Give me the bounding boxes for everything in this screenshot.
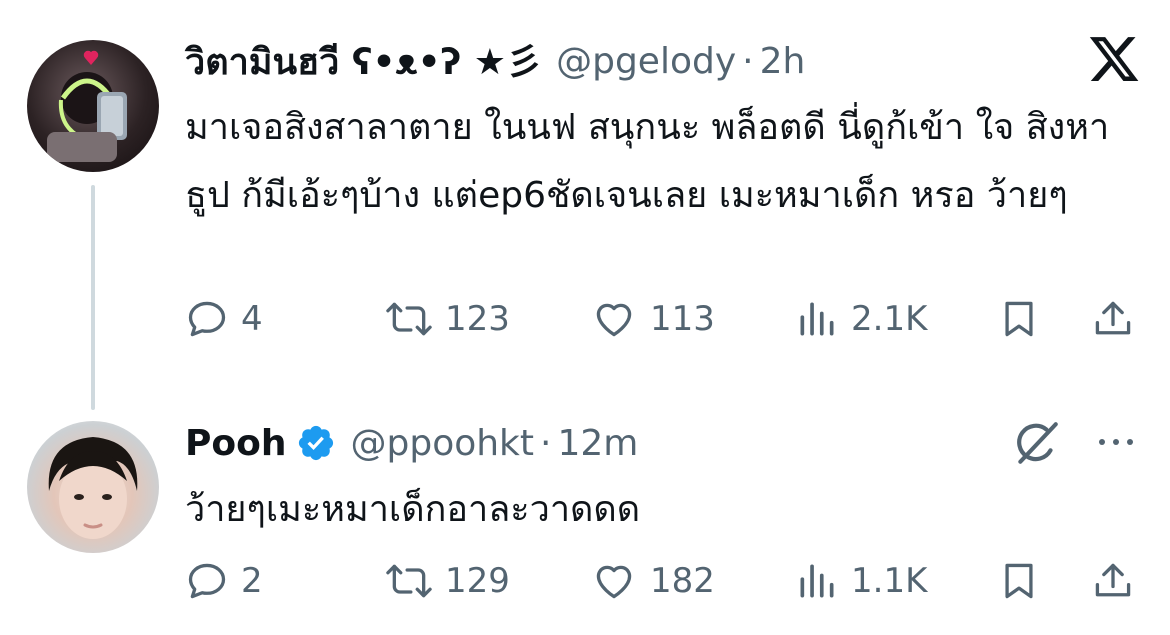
timestamp[interactable]: 12m: [557, 423, 638, 464]
repost-count: 129: [445, 561, 510, 601]
display-name[interactable]: Pooh: [185, 423, 286, 464]
tweet-header: Pooh @ppoohkt · 12m: [185, 418, 638, 468]
more-icon[interactable]: [1094, 430, 1138, 454]
reply-button[interactable]: 4: [185, 294, 263, 344]
tweet-header: วิตามินฮวี ʕ•ᴥ•ʔ ★彡 @pgelody · 2h: [185, 36, 805, 86]
like-button[interactable]: 113: [590, 294, 715, 344]
repost-icon: [386, 564, 432, 598]
repost-count: 123: [445, 299, 510, 339]
bookmark-button[interactable]: [997, 294, 1041, 344]
bookmark-button[interactable]: [997, 556, 1041, 606]
verified-badge-icon: [299, 425, 334, 461]
like-button[interactable]: 182: [590, 556, 715, 606]
avatar-pgelody[interactable]: [27, 40, 159, 172]
bookmark-icon: [1005, 563, 1033, 599]
like-icon: [596, 303, 632, 337]
like-count: 182: [650, 561, 715, 601]
user-handle[interactable]: @pgelody: [556, 41, 736, 82]
reply-button[interactable]: 2: [185, 556, 263, 606]
views-icon: [800, 302, 834, 336]
user-handle[interactable]: @ppoohkt: [350, 423, 534, 464]
share-button[interactable]: [1091, 556, 1135, 606]
repost-button[interactable]: 123: [385, 294, 510, 344]
reply-count: 2: [241, 561, 263, 601]
action-bar: 4 123 113 2.1K: [185, 294, 1145, 344]
tweet-text: มาเจอสิงสาลาตาย ในนฟ สนุกนะ พล็อตดี นี่ด…: [185, 107, 1110, 216]
like-count: 113: [650, 299, 715, 339]
reply-icon: [188, 563, 226, 599]
timestamp[interactable]: 2h: [760, 41, 806, 82]
share-button[interactable]: [1091, 294, 1135, 344]
views-icon: [800, 564, 834, 598]
views-button[interactable]: 2.1K: [795, 294, 927, 344]
repost-icon: [386, 302, 432, 336]
thread-connector-line: [91, 185, 95, 410]
tweet-text: ว้ายๆเมะหมาเด็กอาละวาดดด: [185, 489, 641, 530]
views-count: 2.1K: [851, 299, 928, 339]
views-count: 1.1K: [851, 561, 928, 601]
share-icon: [1095, 563, 1131, 597]
reply-count: 4: [241, 299, 263, 339]
separator-dot: ·: [742, 40, 754, 82]
reply-icon: [188, 301, 226, 337]
views-button[interactable]: 1.1K: [795, 556, 927, 606]
avatar-ppoohkt[interactable]: [27, 421, 159, 553]
repost-button[interactable]: 129: [385, 556, 510, 606]
separator-dot: ·: [540, 422, 552, 464]
share-icon: [1095, 301, 1131, 335]
tweet-thread: วิตามินฮวี ʕ•ᴥ•ʔ ★彡 @pgelody · 2h มาเจอส…: [0, 0, 1170, 635]
action-bar: 2 129 182 1.1K: [185, 556, 1145, 606]
grok-icon[interactable]: [1012, 418, 1062, 468]
x-logo-icon: [1089, 37, 1139, 81]
display-name[interactable]: วิตามินฮวี ʕ•ᴥ•ʔ ★彡: [185, 33, 542, 90]
bookmark-icon: [1005, 301, 1033, 337]
like-icon: [596, 565, 632, 599]
